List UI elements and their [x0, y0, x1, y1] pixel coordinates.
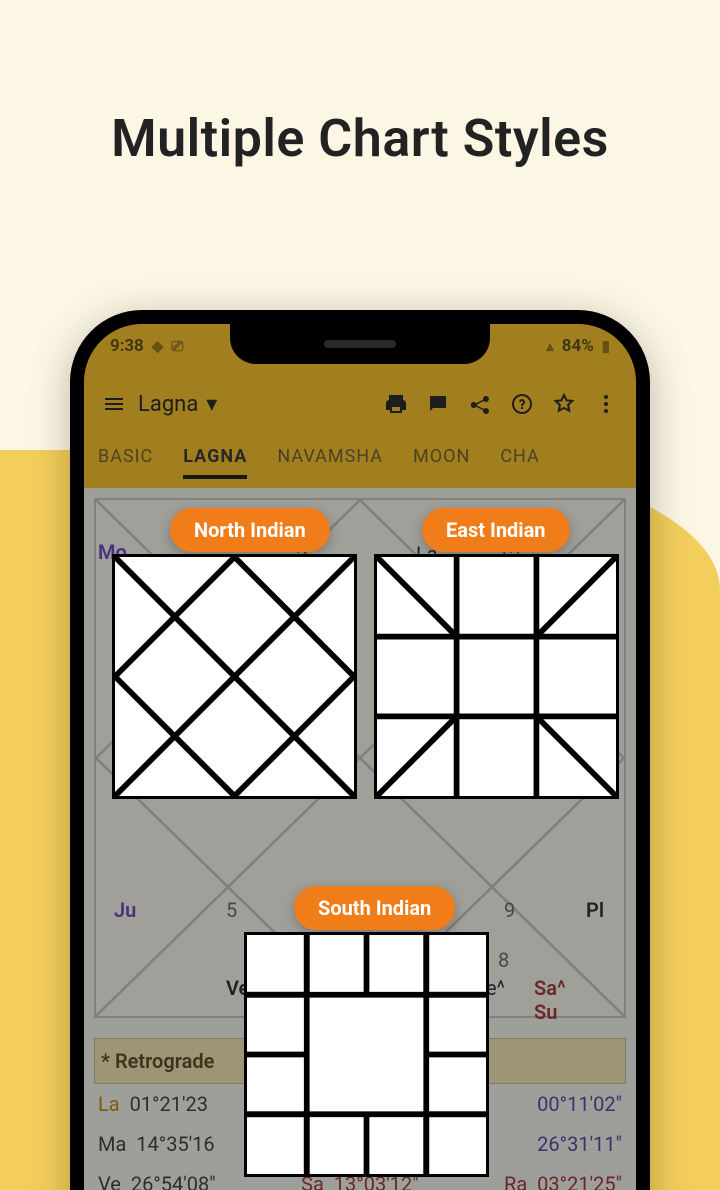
phone-screen: 9:38 ◆ ⎚ ▴ 84% ▮ Lagna [84, 324, 636, 1190]
phone-notch [230, 324, 490, 364]
dim-overlay [84, 324, 636, 1190]
page-title: Multiple Chart Styles [0, 108, 720, 169]
phone-mockup: 9:38 ◆ ⎚ ▴ 84% ▮ Lagna [70, 310, 650, 1190]
